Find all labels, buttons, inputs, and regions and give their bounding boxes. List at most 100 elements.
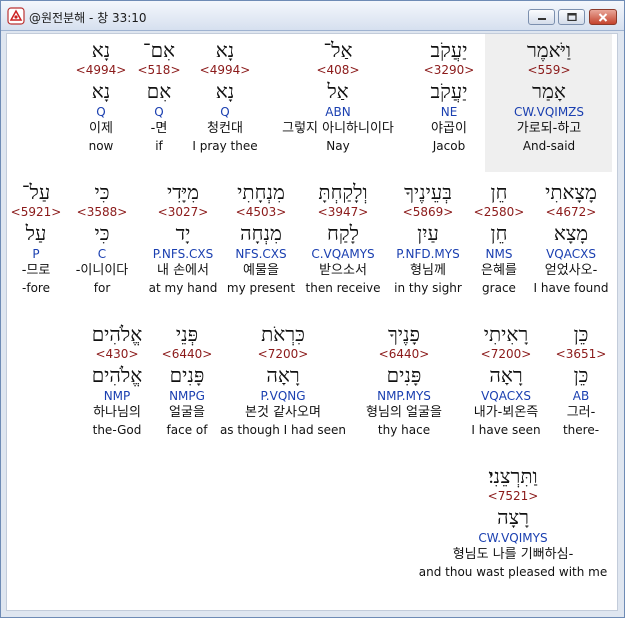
strong-number[interactable]: <3290>	[424, 62, 475, 78]
morph-code: P.VQNG	[260, 389, 306, 403]
word-cell[interactable]: מָצָאתִי <4672> מָצָא VQACXS 얻었사오- I hav…	[531, 180, 611, 296]
korean-gloss: 얼굴을	[169, 405, 205, 420]
english-gloss: in thy sighr	[394, 281, 462, 295]
strong-number[interactable]: <7200>	[258, 346, 309, 362]
english-gloss: -fore	[22, 281, 50, 295]
korean-gloss: 얻었사오-	[544, 263, 598, 278]
strong-number[interactable]: <559>	[527, 62, 570, 78]
word-cell[interactable]: כִּרְאֹת <7200> רָאָה P.VQNG 본것 같사오며 as …	[220, 322, 346, 438]
word-cell[interactable]: מִנְחָתִי <4503> מִנְחָה NFS.CXS 예물을 my …	[225, 180, 297, 296]
strong-number[interactable]: <7200>	[481, 346, 532, 362]
korean-gloss: 가로되-하고	[516, 121, 582, 136]
english-gloss: for	[93, 281, 111, 295]
hebrew-lemma: כֵּן	[573, 363, 589, 387]
korean-gloss: 형님의 얼굴을	[366, 405, 442, 420]
hebrew-word: כִּרְאֹת	[261, 322, 305, 346]
hebrew-lemma: כִּי	[94, 221, 110, 245]
morph-code: Q	[220, 105, 230, 119]
morph-code: Q	[154, 105, 164, 119]
maximize-button[interactable]	[558, 9, 585, 25]
word-cell[interactable]: חֵן <2580> חֵן NMS 은혜를 grace	[473, 180, 525, 296]
english-gloss: and thou wast pleased with me	[418, 565, 608, 579]
hebrew-lemma: רָאָה	[266, 363, 300, 387]
strong-number[interactable]: <2580>	[474, 204, 525, 220]
hebrew-word: חֵן	[490, 180, 508, 204]
interlinear-view: וַיֹּאמֶר <559> אָמַר CW.VQIMZS 가로되-하고 A…	[6, 33, 618, 611]
morph-code: NFS.CXS	[235, 247, 287, 261]
word-cell[interactable]: נָא <4994> נָא Q 이제 now	[73, 38, 129, 154]
strong-number[interactable]: <3027>	[158, 204, 209, 220]
english-gloss: I have found	[533, 281, 609, 295]
korean-gloss: 은혜를	[481, 263, 517, 278]
minimize-button[interactable]	[528, 9, 555, 25]
korean-gloss: 형님도 나를 기뻐하심-	[452, 547, 574, 562]
strong-number[interactable]: <430>	[95, 346, 138, 362]
word-cell[interactable]: נָא <4994> נָא Q 청컨대 I pray thee	[191, 38, 259, 154]
hebrew-lemma: אַל	[327, 79, 349, 103]
hebrew-lemma: עַיִן	[417, 221, 439, 245]
hebrew-word: מִנְחָתִי	[237, 180, 285, 204]
strong-number[interactable]: <5921>	[11, 204, 62, 220]
title-bar[interactable]: @원전분해 - 창 33:10	[1, 1, 624, 31]
hebrew-word: אֱלֹהִים	[91, 322, 143, 346]
korean-gloss: 내가-뵈온즉	[473, 405, 539, 420]
app-icon	[7, 7, 25, 25]
strong-number[interactable]: <7521>	[488, 488, 539, 504]
word-cell[interactable]: אַל־ <408> אַל ABN 그렇지 아니하니이다 Nay	[267, 38, 409, 154]
word-cell[interactable]: מִיָּדִי <3027> יָד P.NFS.CXS 내 손에서 at m…	[147, 180, 219, 296]
english-gloss: I pray thee	[192, 139, 258, 153]
hebrew-word: אַל־	[323, 38, 353, 62]
app-window: @원전분해 - 창 33:10 וַיֹּאמֶר <559> אָמַר CW…	[0, 0, 625, 618]
word-cell[interactable]: עַל־ <5921> עַל P -므로 -fore	[11, 180, 62, 296]
korean-gloss: 받으소서	[319, 263, 367, 278]
close-button[interactable]	[589, 9, 617, 25]
hebrew-lemma: מִנְחָה	[240, 221, 282, 245]
english-gloss: Nay	[326, 139, 350, 153]
strong-number[interactable]: <4994>	[200, 62, 251, 78]
word-cell[interactable]: רָאִיתִי <7200> רָאָה VQACXS 내가-뵈온즉 I ha…	[463, 322, 549, 438]
word-cell[interactable]: כֵּן <3651> כֵּן AB 그러- there-	[555, 322, 607, 438]
hebrew-lemma: עַל	[25, 221, 47, 245]
strong-number[interactable]: <6440>	[379, 346, 430, 362]
english-gloss: if	[155, 139, 163, 153]
word-cell[interactable]: וַיֹּאמֶר <559> אָמַר CW.VQIMZS 가로되-하고 A…	[491, 38, 607, 154]
strong-number[interactable]: <3947>	[318, 204, 369, 220]
word-cell[interactable]: פָנֶיךָ <6440> פָּנִים NMP.MYS 형님의 얼굴을 t…	[351, 322, 457, 438]
hebrew-word: רָאִיתִי	[483, 322, 529, 346]
hebrew-lemma: רָצָה	[497, 505, 529, 529]
korean-gloss: 예물을	[243, 263, 279, 278]
word-cell[interactable]: וַתִּרְצֵנִי׃ <7521> רָצָה CW.VQIMYS 형님도…	[418, 464, 608, 580]
morph-code: CW.VQIMYS	[478, 531, 548, 545]
word-cell[interactable]: אֱלֹהִים <430> אֱלֹהִים NMP 하나님의 the-God	[81, 322, 153, 438]
morph-code: P.NFD.MYS	[396, 247, 460, 261]
korean-gloss: -므로	[21, 263, 51, 278]
word-cell[interactable]: אִם־ <518> אִם Q -면 if	[135, 38, 183, 154]
strong-number[interactable]: <4994>	[76, 62, 127, 78]
morph-code: VQACXS	[481, 389, 531, 403]
word-cell[interactable]: פְּנֵי <6440> פָּנִים NMPG 얼굴을 face of	[159, 322, 215, 438]
word-cell[interactable]: וְלָקַחְתָּ <3947> לָקַח C.VQAMYS 받으소서 t…	[303, 180, 383, 296]
strong-number[interactable]: <518>	[137, 62, 180, 78]
strong-number[interactable]: <6440>	[162, 346, 213, 362]
hebrew-word: וַתִּרְצֵנִי׃	[488, 464, 538, 488]
hebrew-lemma: חֵן	[490, 221, 508, 245]
hebrew-word: עַל־	[21, 180, 51, 204]
word-cell[interactable]: בְּעֵינֶיךָ <5869> עַיִן P.NFD.MYS 형님께 i…	[391, 180, 465, 296]
morph-code: CW.VQIMZS	[513, 105, 585, 119]
english-gloss: Jacob	[432, 139, 466, 153]
strong-number[interactable]: <4672>	[546, 204, 597, 220]
strong-number[interactable]: <3651>	[556, 346, 607, 362]
word-cell[interactable]: יַעֲקֹב <3290> יַעֲקֹב NE 야곱이 Jacob	[415, 38, 483, 154]
strong-number[interactable]: <3588>	[77, 204, 128, 220]
strong-number[interactable]: <408>	[316, 62, 359, 78]
strong-number[interactable]: <4503>	[236, 204, 287, 220]
hebrew-word: מִיָּדִי	[167, 180, 199, 204]
strong-number[interactable]: <5869>	[403, 204, 454, 220]
english-gloss: thy hace	[377, 423, 431, 437]
window-title: @원전분해 - 창 33:10	[29, 11, 147, 25]
english-gloss: grace	[482, 281, 516, 295]
hebrew-lemma: אִם	[146, 79, 172, 103]
word-cell[interactable]: כִּי <3588> כִּי C -이니이다 for	[67, 180, 137, 296]
hebrew-lemma: מָצָא	[553, 221, 589, 245]
hebrew-lemma: רָאָה	[489, 363, 523, 387]
